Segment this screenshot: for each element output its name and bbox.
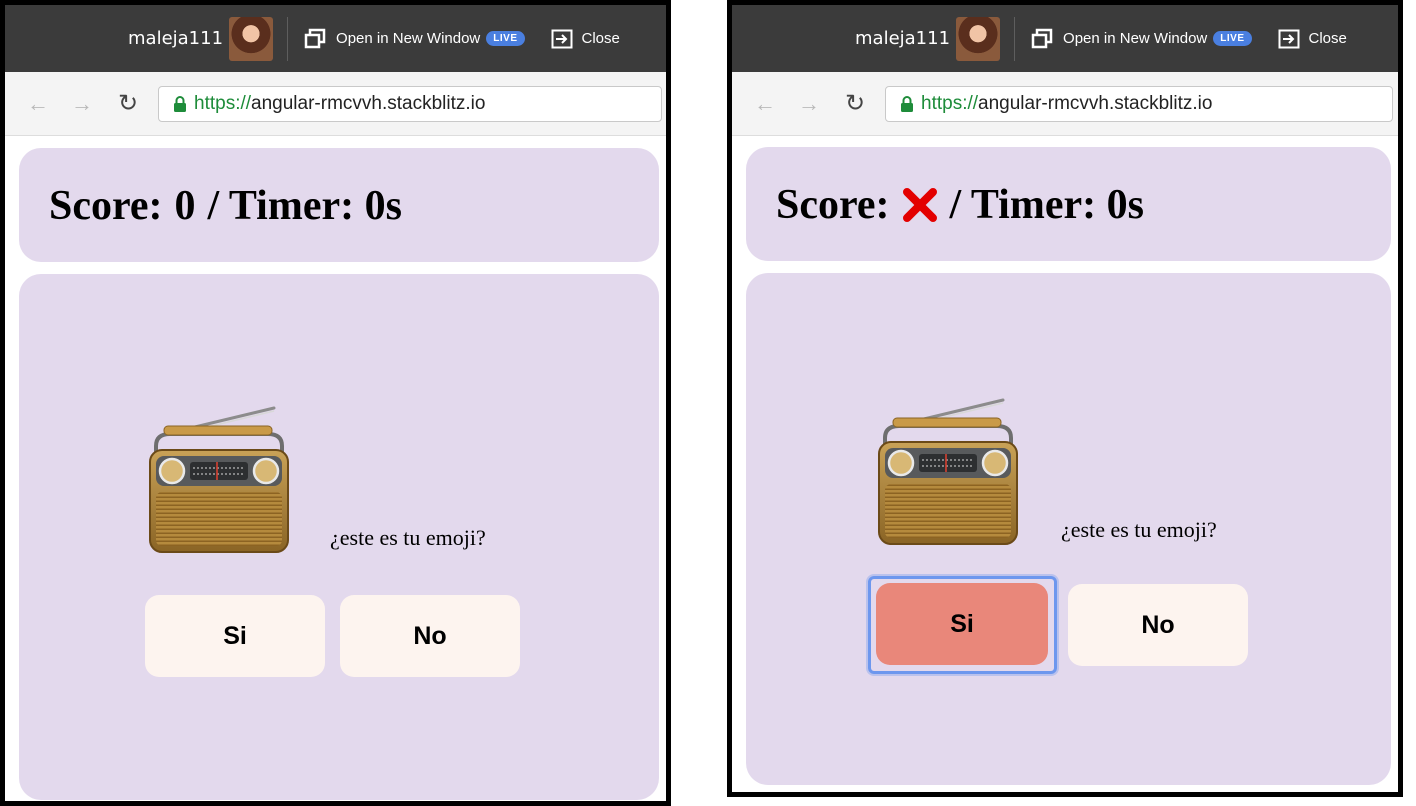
yes-button-wrong[interactable]: Si: [876, 583, 1048, 665]
new-window-icon: [304, 28, 326, 48]
open-new-window-label: Open in New Window: [336, 30, 481, 47]
live-badge: LIVE: [1213, 31, 1252, 46]
avatar[interactable]: [956, 16, 1001, 61]
back-arrow-icon[interactable]: ←: [754, 91, 776, 117]
reload-icon[interactable]: ↻: [844, 89, 866, 118]
timer-text: / Timer: 0s: [949, 182, 1144, 228]
browser-window-1: maleja111 Open in New Window LIVE Close …: [0, 0, 671, 806]
lock-icon: [174, 96, 186, 112]
score-card: Score: / Timer: 0s: [746, 147, 1391, 261]
divider: [1014, 16, 1016, 61]
stackblitz-topbar: maleja111 Open in New Window LIVE Close: [732, 5, 1398, 72]
close-label: Close: [581, 30, 620, 47]
close-label: Close: [1308, 30, 1347, 47]
score-prefix: Score:: [49, 183, 163, 229]
question-text: ¿este es tu emoji?: [1061, 517, 1217, 542]
lock-icon: [901, 96, 913, 112]
score-card: Score: 0 / Timer: 0s: [19, 148, 659, 262]
browser-navbar: ← → ↻ https://angular-rmcvvh.stackblitz.…: [5, 72, 666, 136]
score-value: 0: [174, 183, 196, 229]
radio-emoji: [148, 406, 290, 554]
score-display: Score: / Timer: 0s: [776, 181, 1144, 229]
yes-button[interactable]: Si: [145, 595, 325, 677]
url-host: angular-rmcvvh.stackblitz.io: [251, 93, 486, 114]
new-window-icon: [1031, 28, 1053, 48]
score-display: Score: 0 / Timer: 0s: [49, 182, 402, 230]
close-button[interactable]: Close: [551, 29, 620, 49]
timer-text: / Timer: 0s: [207, 183, 402, 229]
stackblitz-topbar: maleja111 Open in New Window LIVE Close: [5, 5, 666, 72]
avatar[interactable]: [229, 16, 274, 61]
address-bar[interactable]: https://angular-rmcvvh.stackblitz.io: [885, 86, 1393, 122]
username: maleja111: [855, 28, 951, 49]
page-content: Score: 0 / Timer: 0s ¿este es tu emoji? …: [5, 136, 666, 801]
no-button[interactable]: No: [340, 595, 520, 677]
browser-window-2: maleja111 Open in New Window LIVE Close …: [727, 0, 1403, 797]
url-scheme: https://: [921, 93, 979, 114]
close-button[interactable]: Close: [1278, 29, 1347, 49]
forward-arrow-icon[interactable]: →: [798, 91, 820, 117]
username: maleja111: [128, 28, 224, 49]
reload-icon[interactable]: ↻: [117, 89, 139, 118]
question-card: ¿este es tu emoji? Si No: [19, 274, 659, 800]
exit-icon: [551, 29, 572, 48]
live-badge: LIVE: [486, 31, 525, 46]
page-content: Score: / Timer: 0s ¿este es tu emoji? Si…: [732, 136, 1398, 792]
radio-emoji: [877, 398, 1019, 546]
question-text: ¿este es tu emoji?: [330, 525, 486, 550]
score-prefix: Score:: [776, 182, 890, 228]
divider: [287, 16, 289, 61]
open-new-window-button[interactable]: Open in New Window LIVE: [1031, 28, 1252, 50]
address-bar[interactable]: https://angular-rmcvvh.stackblitz.io: [158, 86, 662, 122]
browser-navbar: ← → ↻ https://angular-rmcvvh.stackblitz.…: [732, 72, 1398, 136]
url-host: angular-rmcvvh.stackblitz.io: [978, 93, 1213, 114]
no-button[interactable]: No: [1068, 584, 1248, 666]
question-card: ¿este es tu emoji? Si No: [746, 273, 1391, 785]
forward-arrow-icon[interactable]: →: [71, 91, 93, 117]
back-arrow-icon[interactable]: ←: [27, 91, 49, 117]
url-scheme: https://: [194, 93, 252, 114]
exit-icon: [1278, 29, 1299, 48]
open-new-window-button[interactable]: Open in New Window LIVE: [304, 28, 525, 50]
open-new-window-label: Open in New Window: [1063, 30, 1208, 47]
red-x-icon: [902, 188, 937, 222]
